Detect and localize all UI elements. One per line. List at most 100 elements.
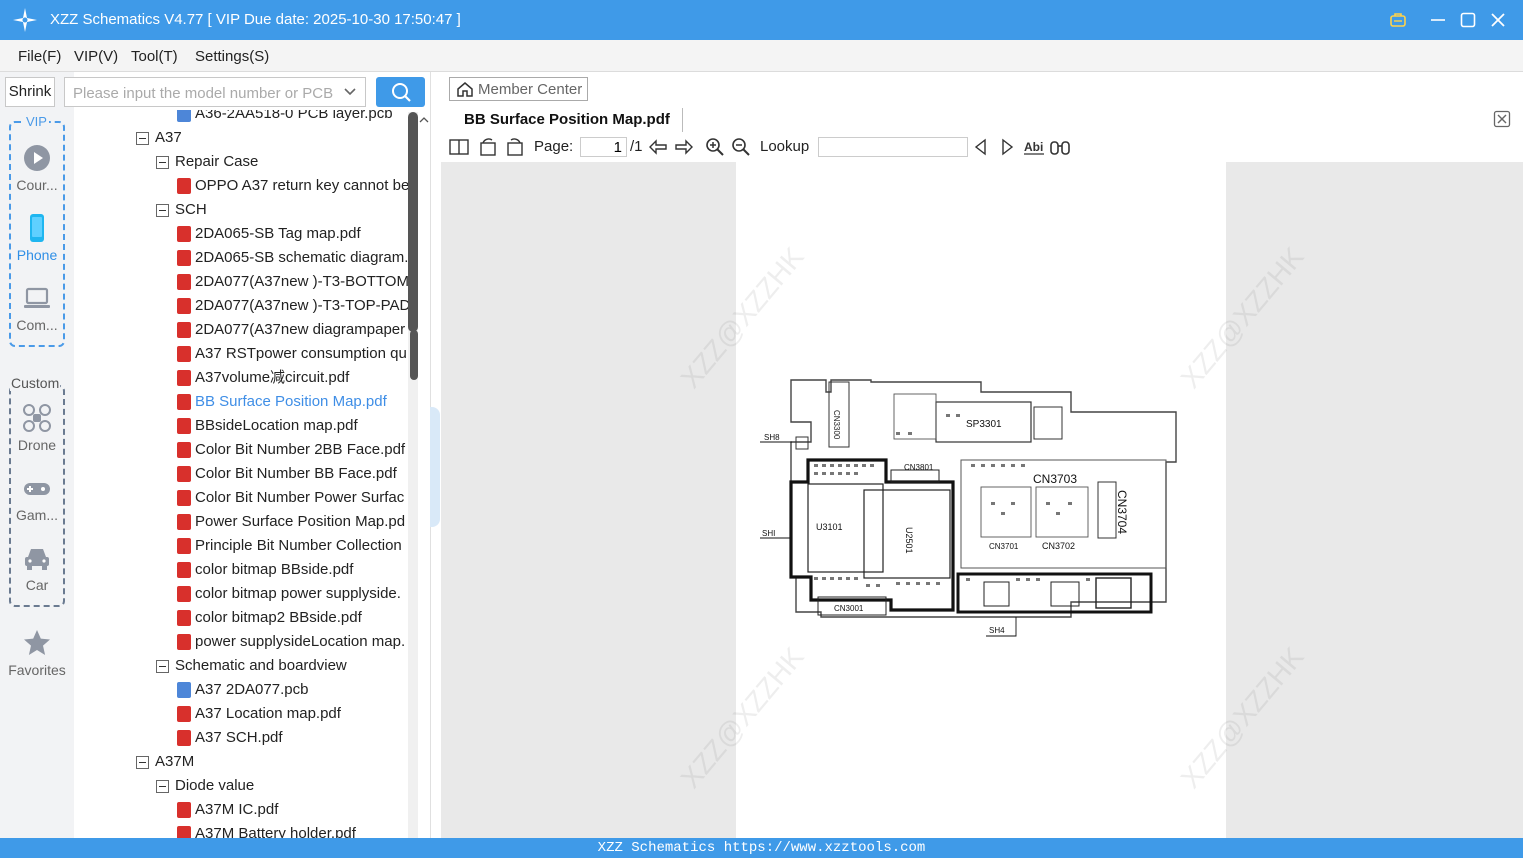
minimize-icon[interactable] bbox=[1426, 8, 1450, 32]
collapse-icon[interactable] bbox=[156, 204, 169, 217]
vip-crown-icon[interactable] bbox=[1386, 8, 1410, 32]
tree-file[interactable]: BB Surface Position Map.pdf bbox=[74, 390, 414, 414]
tree-file[interactable]: A37M Battery holder.pdf bbox=[74, 822, 414, 838]
rail-item-phone[interactable]: Phone bbox=[0, 213, 74, 263]
scrollbar-thumb[interactable] bbox=[410, 330, 418, 380]
tree-file[interactable]: 2DA077(A37new diagrampaper bbox=[74, 318, 414, 342]
shrink-button[interactable]: Shrink bbox=[5, 77, 55, 107]
rail-item-car[interactable]: Car bbox=[0, 543, 74, 593]
tree-folder[interactable]: A37 bbox=[74, 126, 414, 150]
rail-item-label: Drone bbox=[17, 437, 57, 453]
tree-folder[interactable]: A37M bbox=[74, 750, 414, 774]
pcb-file-icon bbox=[177, 682, 191, 698]
lookup-input[interactable] bbox=[818, 137, 968, 157]
panel-splitter[interactable] bbox=[430, 72, 440, 838]
menu-settings[interactable]: Settings(S) bbox=[195, 48, 269, 65]
match-case-icon[interactable]: Abi bbox=[1023, 136, 1045, 158]
tree-file[interactable]: A37 Location map.pdf bbox=[74, 702, 414, 726]
zoom-out-icon[interactable] bbox=[730, 136, 752, 158]
rail-item-games[interactable]: Gam... bbox=[0, 473, 74, 523]
rail-item-courses[interactable]: Cour... bbox=[0, 143, 74, 193]
tree-file[interactable]: Color Bit Number 2BB Face.pdf bbox=[74, 438, 414, 462]
model-search-box[interactable] bbox=[64, 77, 366, 107]
tree-file-label: 2DA077(A37new )-T3-TOP-PAD bbox=[195, 297, 411, 314]
pdf-file-icon bbox=[177, 706, 191, 722]
board-label-cn3704: CN3704 bbox=[1115, 490, 1129, 534]
tree-file[interactable]: A36-2AA518-0 PCB layer.pcb bbox=[74, 110, 414, 126]
tree-folder-label: Diode value bbox=[175, 777, 255, 794]
tree-file[interactable]: OPPO A37 return key cannot be bbox=[74, 174, 414, 198]
tree-folder[interactable]: Schematic and boardview bbox=[74, 654, 414, 678]
tree-file-label: A37 2DA077.pcb bbox=[195, 681, 309, 698]
pdf-file-icon bbox=[177, 298, 191, 314]
tree-file[interactable]: BBsideLocation map.pdf bbox=[74, 414, 414, 438]
pdf-file-icon bbox=[177, 370, 191, 386]
maximize-icon[interactable] bbox=[1456, 8, 1480, 32]
board-label-cn3701: CN3701 bbox=[989, 542, 1019, 551]
scroll-up-icon[interactable] bbox=[418, 114, 430, 126]
gamepad-icon bbox=[24, 483, 50, 495]
tree-file[interactable]: 2DA077(A37new )-T3-BOTTOM bbox=[74, 270, 414, 294]
search-button[interactable] bbox=[376, 77, 425, 107]
menu-tool[interactable]: Tool(T) bbox=[131, 48, 178, 65]
tree-scrollbar[interactable] bbox=[408, 112, 418, 838]
toggle-sidebar-icon[interactable] bbox=[448, 136, 470, 158]
tree-file-label: BB Surface Position Map.pdf bbox=[195, 393, 387, 410]
tree-folder-label: Schematic and boardview bbox=[175, 657, 347, 674]
pdf-page[interactable]: XZZ@XZZHK XZZ@XZZHK XZZ@XZZHK XZZ@XZZHK bbox=[675, 162, 1310, 838]
tree-file[interactable]: 2DA065-SB Tag map.pdf bbox=[74, 222, 414, 246]
pdf-file-icon bbox=[177, 322, 191, 338]
rotate-left-icon[interactable] bbox=[477, 136, 499, 158]
collapse-icon[interactable] bbox=[156, 660, 169, 673]
tree-file[interactable]: Color Bit Number BB Face.pdf bbox=[74, 462, 414, 486]
close-document-icon[interactable] bbox=[1493, 110, 1511, 128]
page-label: Page: bbox=[534, 138, 574, 155]
rail-item-favorites[interactable]: Favorites bbox=[0, 628, 74, 678]
tree-file[interactable]: Principle Bit Number Collection bbox=[74, 534, 414, 558]
tree-file[interactable]: A37 RSTpower consumption qu bbox=[74, 342, 414, 366]
menu-file[interactable]: File(F) bbox=[18, 48, 61, 65]
tree-file[interactable]: Power Surface Position Map.pd bbox=[74, 510, 414, 534]
rotate-right-icon[interactable] bbox=[504, 136, 526, 158]
member-center-button[interactable]: Member Center bbox=[449, 77, 588, 101]
tree-file-label: A37 Location map.pdf bbox=[195, 705, 341, 722]
find-next-icon[interactable] bbox=[996, 136, 1018, 158]
tree-file[interactable]: color bitmap2 BBside.pdf bbox=[74, 606, 414, 630]
collapse-icon[interactable] bbox=[136, 756, 149, 769]
search-input[interactable] bbox=[73, 83, 333, 103]
next-page-icon[interactable] bbox=[673, 136, 695, 158]
zoom-in-icon[interactable] bbox=[704, 136, 726, 158]
find-previous-icon[interactable] bbox=[970, 136, 992, 158]
collapse-icon[interactable] bbox=[156, 156, 169, 169]
tree-file[interactable]: 2DA065-SB schematic diagram. bbox=[74, 246, 414, 270]
tree-file[interactable]: A37 2DA077.pcb bbox=[74, 678, 414, 702]
chevron-down-icon[interactable] bbox=[343, 84, 357, 100]
rail-item-computer[interactable]: Com... bbox=[0, 283, 74, 333]
tree-file[interactable]: A37 SCH.pdf bbox=[74, 726, 414, 750]
tree-file[interactable]: A37M IC.pdf bbox=[74, 798, 414, 822]
previous-page-icon[interactable] bbox=[647, 136, 669, 158]
play-circle-icon bbox=[24, 145, 50, 171]
tree-file[interactable]: color bitmap BBside.pdf bbox=[74, 558, 414, 582]
tree-folder[interactable]: Diode value bbox=[74, 774, 414, 798]
tree-file[interactable]: A37volume减circuit.pdf bbox=[74, 366, 414, 390]
tab-document[interactable]: BB Surface Position Map.pdf bbox=[452, 108, 683, 132]
tree-folder[interactable]: SCH bbox=[74, 198, 414, 222]
star-icon bbox=[24, 630, 50, 655]
vip-group-label: VIP bbox=[24, 114, 49, 129]
tree-file[interactable]: Color Bit Number Power Surfac bbox=[74, 486, 414, 510]
splitter-handle[interactable] bbox=[430, 407, 440, 527]
binoculars-icon[interactable] bbox=[1049, 136, 1071, 158]
page-number-input[interactable] bbox=[580, 137, 627, 157]
rail-item-drone[interactable]: Drone bbox=[0, 403, 74, 453]
collapse-icon[interactable] bbox=[136, 132, 149, 145]
tree-file[interactable]: power supplysideLocation map. bbox=[74, 630, 414, 654]
file-tree[interactable]: A36-2AA518-0 PCB layer.pcb A37 Repair Case… bbox=[74, 110, 418, 838]
board-label-sp3301: SP3301 bbox=[966, 419, 1002, 430]
tree-folder[interactable]: Repair Case bbox=[74, 150, 414, 174]
tree-file[interactable]: 2DA077(A37new )-T3-TOP-PAD bbox=[74, 294, 414, 318]
tree-file[interactable]: color bitmap power supplyside. bbox=[74, 582, 414, 606]
menu-vip[interactable]: VIP(V) bbox=[74, 48, 118, 65]
collapse-icon[interactable] bbox=[156, 780, 169, 793]
close-icon[interactable] bbox=[1486, 8, 1510, 32]
